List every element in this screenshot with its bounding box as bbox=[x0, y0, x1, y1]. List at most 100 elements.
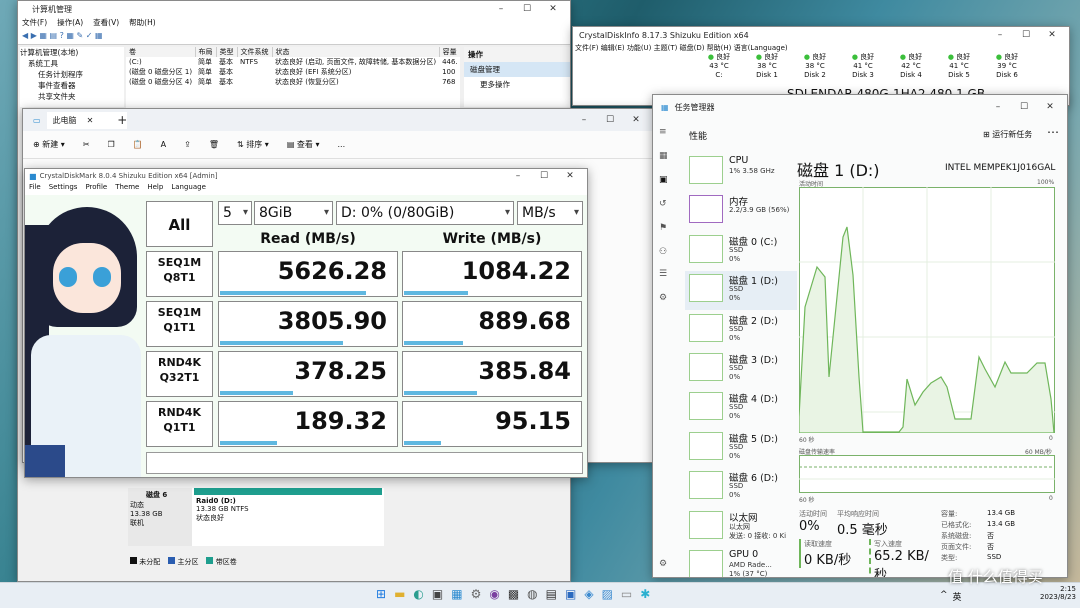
sort-button[interactable]: ⇅ 排序 ▾ bbox=[237, 139, 269, 150]
perf-item[interactable]: 磁盘 6 (D:) SSD 0% bbox=[685, 468, 797, 507]
test-label[interactable]: RND4K Q1T1 bbox=[146, 401, 213, 447]
app-icon[interactable]: ▤ bbox=[546, 587, 557, 601]
raid0-volume[interactable]: Raid0 (D:) 13.38 GB NTFS 状态良好 bbox=[194, 488, 382, 544]
action-disk-mgmt[interactable]: 磁盘管理 bbox=[464, 62, 570, 77]
disk-status[interactable]: ● 良好 38 °C Disk 2 bbox=[791, 53, 839, 81]
clock[interactable]: 2:15 2023/8/23 bbox=[1040, 585, 1076, 601]
perf-item[interactable]: 磁盘 5 (D:) SSD 0% bbox=[685, 429, 797, 468]
more-options-icon[interactable]: ⋯ bbox=[1047, 125, 1059, 139]
count-select[interactable]: 5 bbox=[218, 201, 252, 225]
unit-select[interactable]: MB/s bbox=[517, 201, 583, 225]
all-button[interactable]: All bbox=[146, 201, 213, 247]
tree-shared-folders[interactable]: 共享文件夹 bbox=[20, 91, 124, 102]
services-icon[interactable]: ⚙ bbox=[659, 293, 667, 303]
menu-help[interactable]: Help bbox=[147, 183, 163, 195]
maximize-icon[interactable]: ☐ bbox=[1011, 102, 1037, 112]
view-button[interactable]: ▤ 查看 ▾ bbox=[287, 139, 320, 150]
share-icon[interactable]: ⇪ bbox=[184, 140, 191, 149]
app-icon[interactable]: ◉ bbox=[489, 587, 499, 601]
test-label[interactable]: RND4K Q32T1 bbox=[146, 351, 213, 397]
perf-item[interactable]: 磁盘 3 (D:) SSD 0% bbox=[685, 350, 797, 389]
perf-item[interactable]: 以太网 以太网 发送: 0 接收: 0 Ki bbox=[685, 508, 797, 547]
new-button[interactable]: ⊕ 新建 ▾ bbox=[33, 139, 65, 150]
cm-titlebar[interactable]: 计算机管理 – ☐ ✕ bbox=[18, 1, 570, 17]
menu-view[interactable]: 查看(V) bbox=[93, 18, 119, 27]
disk-status[interactable]: ● 良好 43 °C C: bbox=[695, 53, 743, 81]
cdm-comment-field[interactable] bbox=[146, 452, 583, 474]
perf-item[interactable]: 磁盘 1 (D:) SSD 0% bbox=[685, 271, 797, 311]
settings-taskbar-icon[interactable]: ⚙ bbox=[471, 587, 482, 601]
users-icon[interactable]: ⚇ bbox=[659, 247, 667, 257]
close-icon[interactable]: ✕ bbox=[540, 4, 566, 14]
menu-help[interactable]: 帮助(H) bbox=[129, 18, 156, 27]
cdm-taskbar-icon[interactable]: ▣ bbox=[565, 587, 576, 601]
menu-settings[interactable]: Settings bbox=[49, 183, 78, 195]
col-capacity[interactable]: 容量 bbox=[439, 47, 460, 57]
col-type[interactable]: 类型 bbox=[216, 47, 238, 57]
perf-item[interactable]: 磁盘 4 (D:) SSD 0% bbox=[685, 389, 797, 428]
minimize-icon[interactable]: – bbox=[488, 4, 514, 14]
chevron-up-icon[interactable]: ^ bbox=[940, 590, 948, 603]
app-icon[interactable]: ◍ bbox=[527, 587, 537, 601]
cd-menubar[interactable]: 文件(F) 编辑(E) 功能(U) 主题(T) 磁盘(D) 帮助(H) 语言(L… bbox=[573, 43, 1069, 53]
copy-icon[interactable]: ❐ bbox=[108, 140, 115, 149]
col-fs[interactable]: 文件系统 bbox=[237, 47, 273, 57]
perf-item[interactable]: 内存 2.2/3.9 GB (56%) bbox=[685, 192, 797, 231]
perf-item[interactable]: CPU 1% 3.58 GHz bbox=[685, 153, 797, 192]
perf-item[interactable]: GPU 0 AMD Rade... 1% (37 °C) bbox=[685, 547, 797, 577]
tree-task-scheduler[interactable]: 任务计划程序 bbox=[20, 69, 124, 80]
taskmgr-taskbar-icon[interactable]: ▦ bbox=[451, 587, 462, 601]
perf-item[interactable]: 磁盘 2 (D:) SSD 0% bbox=[685, 311, 797, 350]
table-row[interactable]: (磁盘 0 磁盘分区 1) 简单 基本 状态良好 (EFI 系统分区) 100 bbox=[126, 67, 460, 77]
details-icon[interactable]: ☰ bbox=[659, 269, 667, 279]
disk-status[interactable]: ● 良好 42 °C Disk 4 bbox=[887, 53, 935, 81]
table-row[interactable]: (C:) 简单 基本 NTFS 状态良好 (启动, 页面文件, 故障转储, 基本数据分区… bbox=[126, 57, 460, 67]
col-volume[interactable]: 卷 bbox=[126, 47, 196, 57]
minimize-icon[interactable]: – bbox=[505, 171, 531, 181]
col-status[interactable]: 状态 bbox=[272, 47, 440, 57]
startup-icon[interactable]: ⚑ bbox=[659, 223, 667, 233]
edge-icon[interactable]: ◐ bbox=[413, 587, 423, 601]
delete-icon[interactable]: 🗑 bbox=[209, 140, 219, 149]
cd-titlebar[interactable]: CrystalDiskInfo 8.17.3 Shizuku Edition x… bbox=[573, 27, 1069, 43]
app-icon[interactable]: ✱ bbox=[640, 587, 650, 601]
disk-status[interactable]: ● 良好 41 °C Disk 3 bbox=[839, 53, 887, 81]
action-more[interactable]: 更多操作 bbox=[464, 77, 570, 92]
perf-item[interactable]: 磁盘 0 (C:) SSD 0% bbox=[685, 232, 797, 271]
cut-icon[interactable]: ✂ bbox=[83, 140, 90, 149]
maximize-icon[interactable]: ☐ bbox=[531, 171, 557, 181]
disk-status[interactable]: ● 良好 41 °C Disk 5 bbox=[935, 53, 983, 81]
drive-select[interactable]: D: 0% (0/80GiB) bbox=[336, 201, 514, 225]
explorer-titlebar[interactable]: ▭ 此电脑 ✕ + – ☐ ✕ bbox=[23, 109, 653, 131]
disk-status[interactable]: ● 良好 38 °C Disk 1 bbox=[743, 53, 791, 81]
minimize-icon[interactable]: – bbox=[985, 102, 1011, 112]
menu-profile[interactable]: Profile bbox=[85, 183, 107, 195]
explorer-taskbar-icon[interactable]: ▬ bbox=[394, 587, 405, 601]
paste-icon[interactable]: 📋 bbox=[133, 140, 143, 149]
store-icon[interactable]: ▣ bbox=[432, 587, 443, 601]
minimize-icon[interactable]: – bbox=[571, 115, 597, 125]
table-row[interactable]: (磁盘 0 磁盘分区 4) 简单 基本 状态良好 (恢复分区) 768 bbox=[126, 77, 460, 87]
close-icon[interactable]: ✕ bbox=[557, 171, 583, 181]
test-label[interactable]: SEQ1M Q1T1 bbox=[146, 301, 213, 347]
processes-icon[interactable]: ▦ bbox=[659, 151, 668, 161]
tree-system-tools[interactable]: 系统工具 bbox=[20, 58, 124, 69]
menu-language[interactable]: Language bbox=[171, 183, 206, 195]
history-icon[interactable]: ↺ bbox=[659, 199, 667, 209]
maximize-icon[interactable]: ☐ bbox=[1013, 30, 1039, 40]
cdm-titlebar[interactable]: ■ CrystalDiskMark 8.0.4 Shizuku Edition … bbox=[25, 169, 587, 183]
menu-file[interactable]: 文件(F) bbox=[22, 18, 47, 27]
menu-file[interactable]: File bbox=[29, 183, 41, 195]
size-select[interactable]: 8GiB bbox=[254, 201, 333, 225]
menu-action[interactable]: 操作(A) bbox=[57, 18, 83, 27]
tm-titlebar[interactable]: ▦ 任务管理器 – ☐ ✕ bbox=[653, 95, 1067, 119]
close-tab-icon[interactable]: ✕ bbox=[87, 116, 94, 125]
start-icon[interactable]: ⊞ bbox=[376, 587, 386, 601]
minimize-icon[interactable]: – bbox=[987, 30, 1013, 40]
disk-status[interactable]: ● 良好 39 °C Disk 6 bbox=[983, 53, 1031, 81]
settings-icon[interactable]: ⚙ bbox=[659, 559, 667, 569]
run-task-button[interactable]: ⊞ 运行新任务 bbox=[983, 129, 1032, 140]
app-icon[interactable]: ▭ bbox=[621, 587, 632, 601]
more-button[interactable]: ... bbox=[337, 140, 345, 149]
maximize-icon[interactable]: ☐ bbox=[514, 4, 540, 14]
